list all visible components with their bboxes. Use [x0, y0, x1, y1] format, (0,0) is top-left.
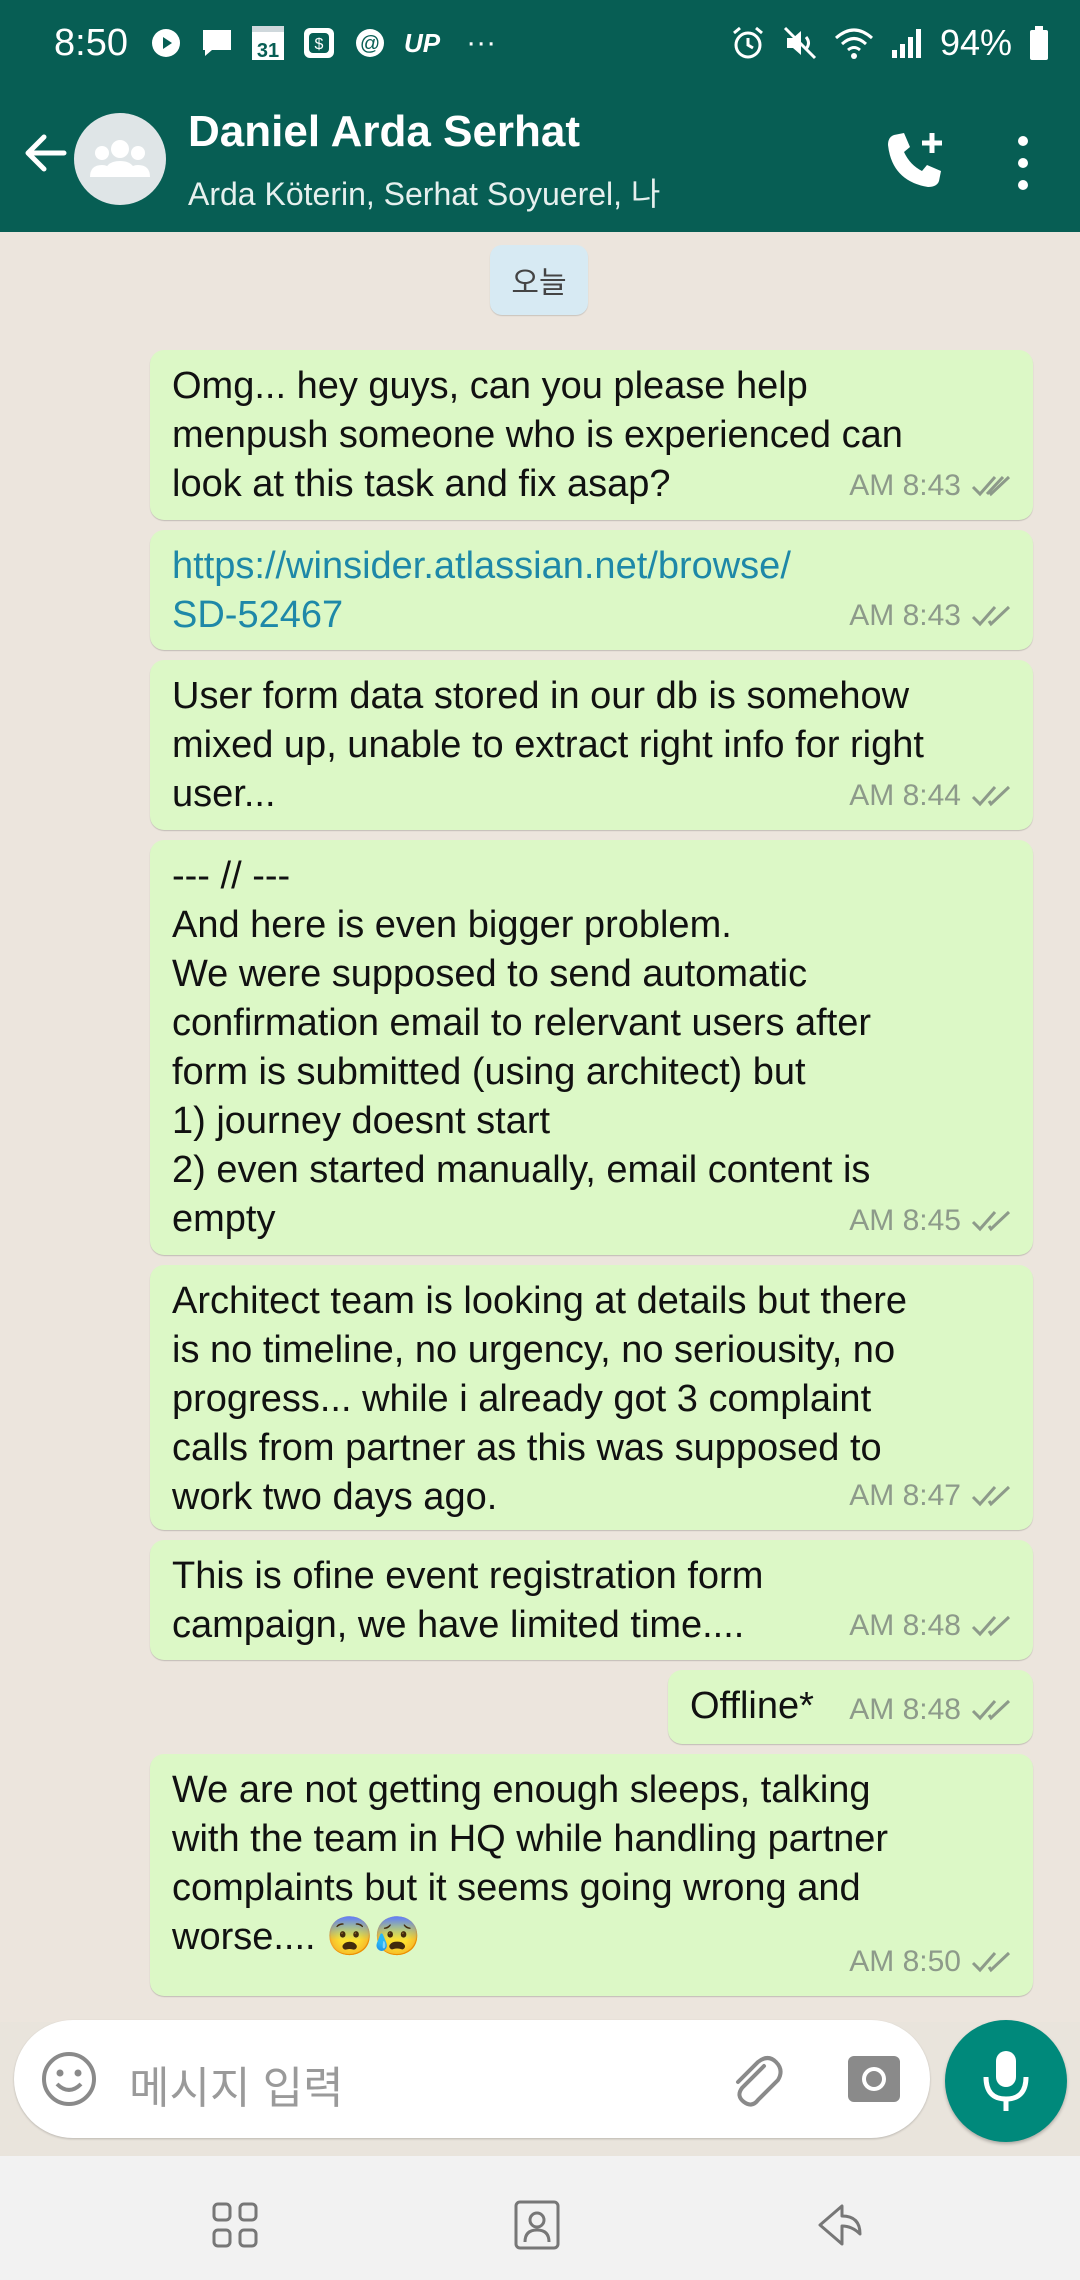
chat-title[interactable]: Daniel Arda Serhat: [188, 107, 580, 157]
attachment-icon[interactable]: [724, 2050, 784, 2110]
chat-header: Daniel Arda Serhat Arda Köterin, Serhat …: [0, 85, 1080, 232]
read-ticks-icon: [971, 605, 1011, 626]
system-navigation-bar: [0, 2156, 1080, 2280]
message-time: AM 8:45: [849, 1204, 961, 1237]
voice-message-button[interactable]: [945, 2020, 1067, 2142]
date-divider: 오늘: [490, 245, 588, 315]
read-ticks-icon: [971, 785, 1011, 806]
message-meta: AM 8:48: [849, 1685, 1015, 1734]
notification-icons: 31 $ @ UP ···: [150, 26, 497, 62]
read-ticks-icon: [971, 1210, 1011, 1231]
battery-percentage: 94%: [939, 22, 1012, 63]
svg-text:$: $: [315, 36, 324, 53]
message-input[interactable]: 메시지 입력: [129, 2052, 344, 2116]
recent-apps-icon[interactable]: [208, 2198, 262, 2252]
add-call-icon[interactable]: [880, 125, 950, 195]
message-bubble[interactable]: User form data stored in our db is someh…: [150, 660, 1033, 830]
signal-icon: [891, 29, 921, 58]
read-ticks-icon: [971, 1951, 1011, 1972]
camera-icon[interactable]: [844, 2048, 904, 2108]
mute-icon: [783, 26, 816, 60]
message-meta: AM 8:50: [849, 1937, 1015, 1986]
message-time: AM 8:48: [849, 1609, 961, 1642]
message-meta: AM 8:43: [849, 461, 1015, 510]
message-time: AM 8:50: [849, 1945, 961, 1978]
message-bubble[interactable]: https://winsider.atlassian.net/browse/ S…: [150, 530, 1033, 650]
message-time: AM 8:48: [849, 1693, 961, 1726]
back-icon[interactable]: [812, 2198, 866, 2252]
group-icon: [90, 140, 150, 177]
message-bubble[interactable]: Omg... hey guys, can you please help men…: [150, 350, 1033, 520]
message-text: We are not getting enough sleeps, talkin…: [172, 1769, 889, 1958]
group-avatar[interactable]: [74, 113, 166, 205]
message-meta: AM 8:47: [849, 1471, 1015, 1520]
at-sign-icon: @: [356, 29, 384, 57]
status-time: 8:50: [54, 22, 128, 64]
message-input-bar: 메시지 입력: [14, 2020, 930, 2138]
back-arrow-icon[interactable]: [18, 125, 74, 181]
message-notification-icon: [203, 30, 231, 56]
more-notifications-icon: ···: [466, 26, 497, 59]
message-bubble[interactable]: This is ofine event registration form ca…: [150, 1540, 1033, 1660]
system-icons: 94%: [730, 22, 1050, 64]
message-time: AM 8:43: [849, 469, 961, 502]
more-options-icon[interactable]: [1010, 133, 1036, 193]
chat-participants[interactable]: Arda Köterin, Serhat Soyuerel, 나: [188, 169, 660, 215]
wifi-icon: [834, 28, 873, 59]
svg-text:@: @: [360, 33, 380, 55]
home-icon[interactable]: [510, 2198, 564, 2252]
message-bubble[interactable]: We are not getting enough sleeps, talkin…: [150, 1754, 1033, 1996]
message-meta: AM 8:48: [849, 1601, 1015, 1650]
message-bubble[interactable]: Architect team is looking at details but…: [150, 1265, 1033, 1530]
status-bar: 8:50 31 $ @ UP ··· 94%: [0, 0, 1080, 85]
message-meta: AM 8:43: [849, 591, 1015, 640]
dollar-app-icon: $: [304, 28, 334, 58]
message-bubble[interactable]: --- // --- And here is even bigger probl…: [150, 840, 1033, 1255]
alarm-icon: [732, 26, 763, 59]
battery-icon: [1030, 26, 1048, 60]
read-ticks-icon: [971, 1485, 1011, 1506]
play-notification-icon: [152, 29, 180, 57]
emoji-icon[interactable]: [40, 2050, 98, 2108]
message-text: --- // --- And here is even bigger probl…: [172, 855, 872, 1240]
message-time: AM 8:43: [849, 599, 961, 632]
message-meta: AM 8:44: [849, 771, 1015, 820]
message-time: AM 8:44: [849, 779, 961, 812]
message-meta: AM 8:45: [849, 1196, 1015, 1245]
message-time: AM 8:47: [849, 1479, 961, 1512]
read-ticks-icon: [971, 475, 1011, 496]
calendar-notification-icon: 31: [252, 26, 284, 62]
read-ticks-icon: [971, 1615, 1011, 1636]
read-ticks-icon: [971, 1699, 1011, 1720]
up-app-icon: UP: [404, 27, 441, 58]
microphone-icon: [983, 2051, 1029, 2111]
message-bubble[interactable]: Offline* AM 8:48: [668, 1670, 1033, 1744]
